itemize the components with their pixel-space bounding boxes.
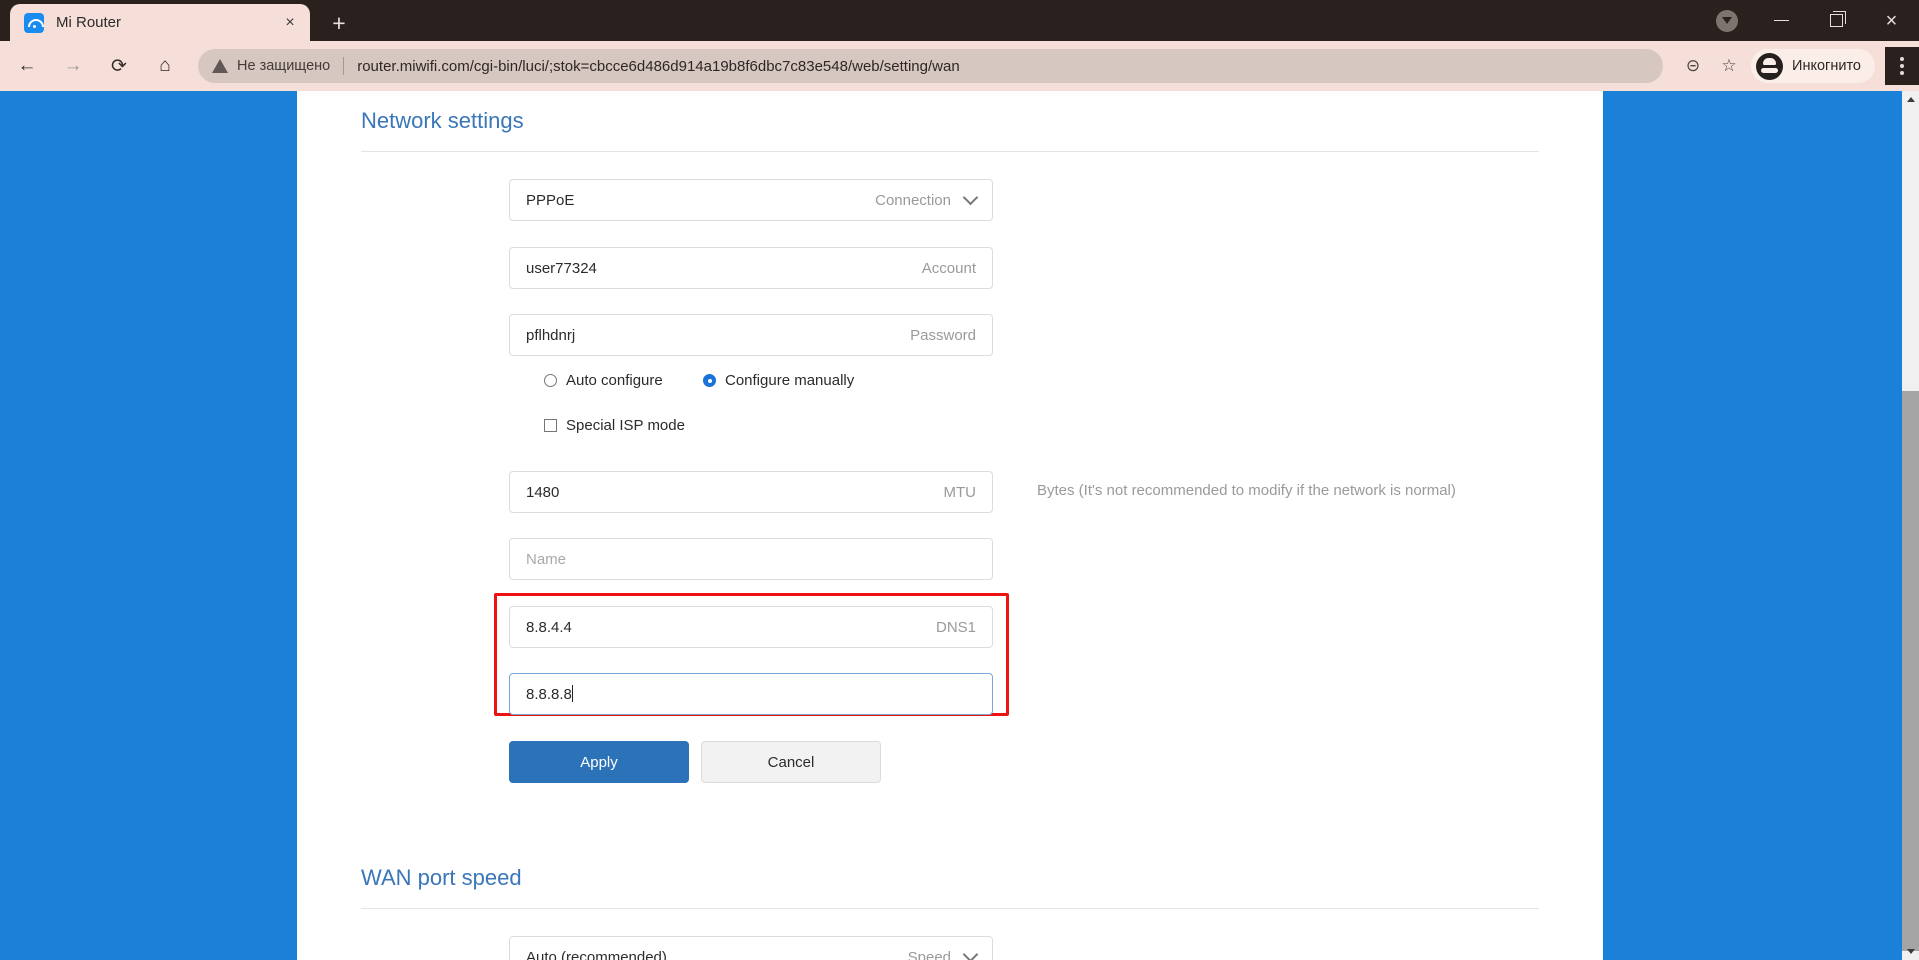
account-input[interactable]: user77324 Account [509, 247, 993, 289]
browser-tab[interactable]: Mi Router × [10, 4, 310, 41]
apply-button[interactable]: Apply [509, 741, 689, 783]
title-bar: Mi Router × + × [0, 0, 1919, 41]
mtu-hint: Bytes (It's not recommended to modify if… [1037, 482, 1456, 499]
mtu-value: 1480 [526, 483, 560, 501]
special-isp-option[interactable]: Special ISP mode [544, 417, 685, 434]
dns2-input[interactable]: 8.8.8.8 [509, 673, 993, 715]
dns1-input[interactable]: 8.8.4.4 DNS1 [509, 606, 993, 648]
page-viewport: Network settings PPPoE Connection user77… [0, 91, 1919, 960]
download-complete-icon[interactable] [1699, 0, 1754, 41]
wan-port-speed-title: WAN port speed [361, 865, 522, 890]
page-title: Network settings [361, 108, 524, 133]
name-placeholder: Name [526, 550, 567, 568]
scroll-down-button[interactable] [1902, 943, 1919, 960]
special-isp-checkbox[interactable] [544, 419, 557, 432]
scroll-up-button[interactable] [1902, 91, 1919, 108]
reload-icon[interactable]: ⟳ [100, 47, 138, 85]
scrollbar-thumb[interactable] [1902, 391, 1919, 951]
maximize-button[interactable] [1809, 0, 1864, 41]
connection-type-value: PPPoE [526, 191, 575, 209]
configure-manually-option[interactable]: Configure manually [703, 372, 854, 389]
browser-window: Mi Router × + × ← → ⟳ ⌂ Не защищено rout… [0, 0, 1919, 960]
wifi-icon [24, 12, 44, 33]
page-scrollbar[interactable] [1902, 91, 1919, 960]
divider [343, 57, 345, 75]
password-label: Password [910, 326, 976, 344]
bookmark-star-icon[interactable]: ☆ [1711, 48, 1747, 84]
password-value: pflhdnrj [526, 326, 576, 344]
window-controls: × [1699, 0, 1919, 41]
mtu-input[interactable]: 1480 MTU [509, 471, 993, 513]
warning-triangle-icon [212, 59, 228, 73]
home-icon[interactable]: ⌂ [146, 47, 184, 85]
forward-icon[interactable]: → [54, 47, 92, 85]
minimize-button[interactable] [1754, 0, 1809, 41]
special-isp-label: Special ISP mode [566, 417, 685, 434]
security-status-label: Не защищено [237, 58, 331, 74]
dns1-label: DNS1 [935, 618, 976, 636]
browser-menu-button[interactable] [1885, 47, 1919, 85]
back-icon[interactable]: ← [8, 47, 46, 85]
mtu-label: MTU [943, 483, 977, 501]
auto-configure-option[interactable]: Auto configure [544, 372, 663, 389]
auto-configure-label: Auto configure [566, 372, 663, 389]
account-value: user77324 [526, 259, 597, 277]
incognito-avatar-icon [1756, 52, 1784, 80]
tab-title: Mi Router [56, 14, 122, 31]
zoom-out-icon[interactable]: ⊝ [1675, 48, 1711, 84]
incognito-badge[interactable]: Инкогнито [1751, 49, 1875, 83]
close-window-button[interactable]: × [1864, 0, 1919, 41]
router-admin-page: Network settings PPPoE Connection user77… [297, 91, 1603, 960]
divider [361, 151, 1539, 152]
name-input[interactable]: Name [509, 538, 993, 580]
incognito-label: Инкогнито [1792, 58, 1861, 74]
wan-speed-label: Speed [907, 948, 951, 960]
tab-close-icon[interactable]: × [278, 11, 302, 35]
dns1-value: 8.8.4.4 [526, 618, 572, 636]
divider [361, 908, 1539, 909]
dns2-value: 8.8.8.8 [526, 685, 573, 703]
account-label: Account [921, 259, 976, 277]
wan-speed-value: Auto (recommended) [526, 948, 667, 960]
toolbar-right: ⊝ ☆ Инкогнито [1675, 48, 1879, 84]
cancel-button[interactable]: Cancel [701, 741, 881, 783]
chevron-down-icon [962, 946, 979, 960]
connection-type-label: Connection [875, 191, 951, 209]
kebab-menu-icon [1900, 57, 1904, 75]
text-cursor [571, 685, 573, 702]
browser-toolbar: ← → ⟳ ⌂ Не защищено router.miwifi.com/cg… [0, 41, 1919, 91]
configure-manually-label: Configure manually [725, 372, 855, 389]
new-tab-button[interactable]: + [324, 8, 354, 38]
configure-manually-radio[interactable] [703, 374, 716, 387]
connection-type-select[interactable]: PPPoE Connection [509, 179, 993, 221]
wan-speed-select[interactable]: Auto (recommended) Speed [509, 936, 993, 960]
auto-configure-radio[interactable] [544, 374, 557, 387]
password-input[interactable]: pflhdnrj Password [509, 314, 993, 356]
chevron-down-icon [962, 189, 979, 206]
url-text: router.miwifi.com/cgi-bin/luci/;stok=cbc… [357, 57, 960, 75]
address-bar[interactable]: Не защищено router.miwifi.com/cgi-bin/lu… [198, 49, 1664, 83]
